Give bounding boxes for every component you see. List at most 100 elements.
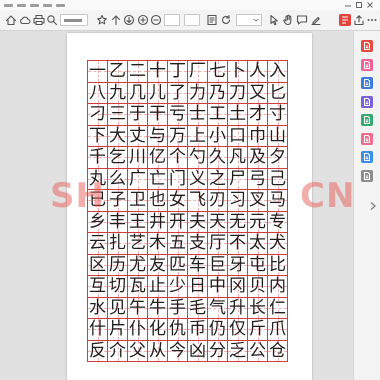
page-count-box bbox=[184, 14, 200, 26]
char-cell: 勺 bbox=[188, 147, 208, 169]
zoom-in-icon[interactable] bbox=[137, 14, 149, 26]
char-cell: 己 bbox=[268, 168, 288, 190]
rose-document-tool-icon[interactable] bbox=[361, 132, 373, 145]
zoom-select[interactable] bbox=[236, 14, 262, 26]
char-cell: 手 bbox=[168, 297, 188, 319]
star-icon[interactable] bbox=[96, 14, 108, 26]
document-area[interactable]: 一乙二十丁厂七卜人入八九几儿了力乃刀又匕刁三于干亏士工土才寸下大丈与万上小口巾山… bbox=[0, 31, 353, 380]
char-cell: 千 bbox=[88, 147, 108, 169]
char-cell: 水 bbox=[88, 297, 108, 319]
char-cell: 一 bbox=[88, 61, 108, 83]
char-cell: 马 bbox=[268, 190, 288, 212]
char-cell: 又 bbox=[248, 82, 268, 104]
zoom-out-icon[interactable] bbox=[150, 14, 162, 26]
char-cell: 巨 bbox=[208, 254, 228, 276]
char-cell: 介 bbox=[108, 340, 128, 362]
char-cell: 丰 bbox=[108, 211, 128, 233]
char-cell: 尤 bbox=[128, 254, 148, 276]
char-cell: 卜 bbox=[228, 61, 248, 83]
char-cell: 区 bbox=[88, 254, 108, 276]
right-sidebar bbox=[353, 31, 380, 380]
sky-document-tool-icon[interactable] bbox=[361, 151, 373, 163]
blue-document-tool-icon[interactable] bbox=[361, 77, 373, 89]
char-cell: 互 bbox=[88, 276, 108, 298]
char-cell: 匕 bbox=[268, 82, 288, 104]
char-cell: 毛 bbox=[188, 297, 208, 319]
char-cell: 土 bbox=[228, 104, 248, 126]
cloud-icon[interactable] bbox=[19, 14, 31, 26]
char-cell: 长 bbox=[248, 297, 268, 319]
char-cell: 仓 bbox=[268, 340, 288, 362]
char-cell: 女 bbox=[168, 190, 188, 212]
page-number-input[interactable] bbox=[164, 14, 180, 26]
search-icon[interactable] bbox=[46, 14, 58, 26]
char-cell: 井 bbox=[148, 211, 168, 233]
print-icon[interactable] bbox=[33, 14, 45, 26]
char-cell: 刁 bbox=[88, 104, 108, 126]
char-cell: 专 bbox=[268, 211, 288, 233]
arrow-up-icon[interactable] bbox=[110, 14, 122, 26]
share-icon[interactable] bbox=[353, 14, 365, 26]
char-cell: 日 bbox=[188, 276, 208, 298]
char-cell: 天 bbox=[208, 211, 228, 233]
char-cell: 入 bbox=[268, 61, 288, 83]
char-cell: 今 bbox=[168, 340, 188, 362]
char-cell: 升 bbox=[228, 297, 248, 319]
menu-item[interactable] bbox=[56, 4, 65, 7]
menu-item[interactable] bbox=[4, 4, 13, 7]
char-cell: 干 bbox=[148, 104, 168, 126]
char-cell: 什 bbox=[88, 319, 108, 341]
document-tab[interactable] bbox=[60, 14, 88, 26]
purple-document-tool-icon[interactable] bbox=[361, 95, 373, 108]
more-icon[interactable] bbox=[366, 14, 378, 26]
char-cell: 亡 bbox=[148, 168, 168, 190]
char-cell: 山 bbox=[268, 125, 288, 147]
char-cell: 叉 bbox=[248, 190, 268, 212]
char-cell: 儿 bbox=[148, 82, 168, 104]
char-cell: 仇 bbox=[168, 319, 188, 341]
char-cell: 云 bbox=[88, 233, 108, 255]
char-cell: 凡 bbox=[228, 147, 248, 169]
pdf-icon[interactable] bbox=[339, 14, 351, 26]
char-cell: 口 bbox=[228, 125, 248, 147]
chevron-right-icon[interactable] bbox=[369, 201, 377, 211]
char-cell: 九 bbox=[108, 82, 128, 104]
char-cell: 巾 bbox=[248, 125, 268, 147]
hand-icon[interactable] bbox=[282, 14, 294, 26]
red-document-tool-icon[interactable] bbox=[361, 40, 373, 52]
char-cell: 义 bbox=[188, 168, 208, 190]
char-cell: 贝 bbox=[248, 276, 268, 298]
menu-item[interactable] bbox=[17, 4, 26, 7]
char-cell: 大 bbox=[108, 125, 128, 147]
green-document-tool-icon[interactable] bbox=[361, 114, 373, 126]
minimize-icon[interactable] bbox=[344, 1, 352, 9]
char-cell: 才 bbox=[248, 104, 268, 126]
pink-document-tool-icon[interactable] bbox=[361, 58, 373, 71]
close-icon[interactable] bbox=[366, 1, 374, 9]
char-cell: 广 bbox=[128, 168, 148, 190]
char-cell: 于 bbox=[128, 104, 148, 126]
char-cell: 仁 bbox=[268, 297, 288, 319]
rotate-icon[interactable] bbox=[220, 14, 232, 26]
arrow-down-icon[interactable] bbox=[123, 14, 135, 26]
menu-item[interactable] bbox=[43, 4, 52, 7]
menu-item[interactable] bbox=[30, 4, 39, 7]
char-cell: 夫 bbox=[188, 211, 208, 233]
select-icon[interactable] bbox=[268, 14, 280, 26]
char-cell: 万 bbox=[168, 125, 188, 147]
char-cell: 五 bbox=[168, 233, 188, 255]
comment-icon[interactable] bbox=[296, 14, 308, 26]
char-cell: 乞 bbox=[108, 147, 128, 169]
char-cell: 久 bbox=[208, 147, 228, 169]
char-cell: 币 bbox=[188, 319, 208, 341]
sign-icon[interactable] bbox=[310, 14, 322, 26]
maximize-icon[interactable] bbox=[355, 1, 363, 9]
gray-document-tool-icon[interactable] bbox=[361, 169, 373, 182]
char-cell: 内 bbox=[268, 276, 288, 298]
home-icon[interactable] bbox=[5, 14, 17, 26]
char-cell: 仍 bbox=[208, 319, 228, 341]
char-cell: 了 bbox=[168, 82, 188, 104]
fit-page-icon[interactable] bbox=[206, 14, 218, 26]
char-cell: 切 bbox=[108, 276, 128, 298]
char-cell: 寸 bbox=[268, 104, 288, 126]
